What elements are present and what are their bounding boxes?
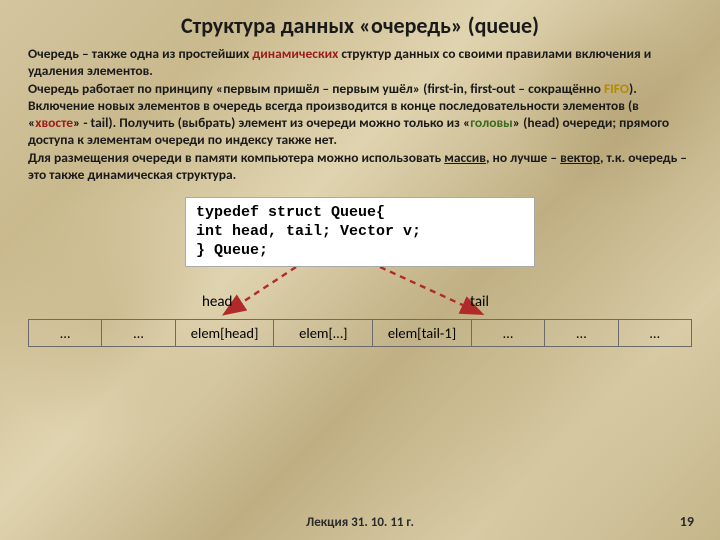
arrow-head-icon [226, 267, 296, 313]
array-cell: elem[head] [176, 320, 275, 346]
t: Очередь – также одна из простейших [28, 45, 252, 62]
array-cell: … [29, 320, 102, 346]
t: » - tail). Получить (выбрать) элемент из… [73, 114, 470, 131]
kw-head: головы [470, 114, 513, 131]
kw-dynamic: динамических [252, 45, 338, 62]
kw-vector: вектор [560, 149, 600, 166]
code-line: typedef struct Queue{ [196, 204, 524, 223]
kw-array: массив [444, 149, 486, 166]
t: , но лучше – [486, 149, 560, 166]
arrow-tail-icon [380, 267, 480, 313]
page-number: 19 [680, 513, 694, 530]
array-cell: elem[tail-1] [373, 320, 472, 346]
t: Для размещения очереди в памяти компьюте… [28, 149, 444, 166]
array-cell: elem[…] [274, 320, 373, 346]
kw-tail: хвосте [35, 114, 73, 131]
code-line: } Queue; [196, 242, 524, 261]
array-cell: … [102, 320, 175, 346]
page-title: Структура данных «очередь» (queue) [28, 12, 692, 39]
t: Очередь работает по принципу «первым при… [28, 80, 604, 97]
array-cell: … [545, 320, 618, 346]
array-cell: … [472, 320, 545, 346]
code-block: typedef struct Queue{ int head, tail; Ve… [185, 197, 535, 267]
kw-fifo: FIFO [604, 80, 629, 97]
array-cell: … [619, 320, 691, 346]
arrows-region: head tail [28, 267, 692, 317]
label-tail: tail [470, 293, 489, 311]
array-diagram: … … elem[head] elem[…] elem[tail-1] … … … [28, 319, 692, 347]
label-head: head [202, 293, 232, 311]
footer-text: Лекция 31. 10. 11 г. [0, 515, 720, 530]
body-paragraph: Очередь – также одна из простейших динам… [28, 45, 692, 183]
code-line: int head, tail; Vector v; [196, 223, 524, 242]
